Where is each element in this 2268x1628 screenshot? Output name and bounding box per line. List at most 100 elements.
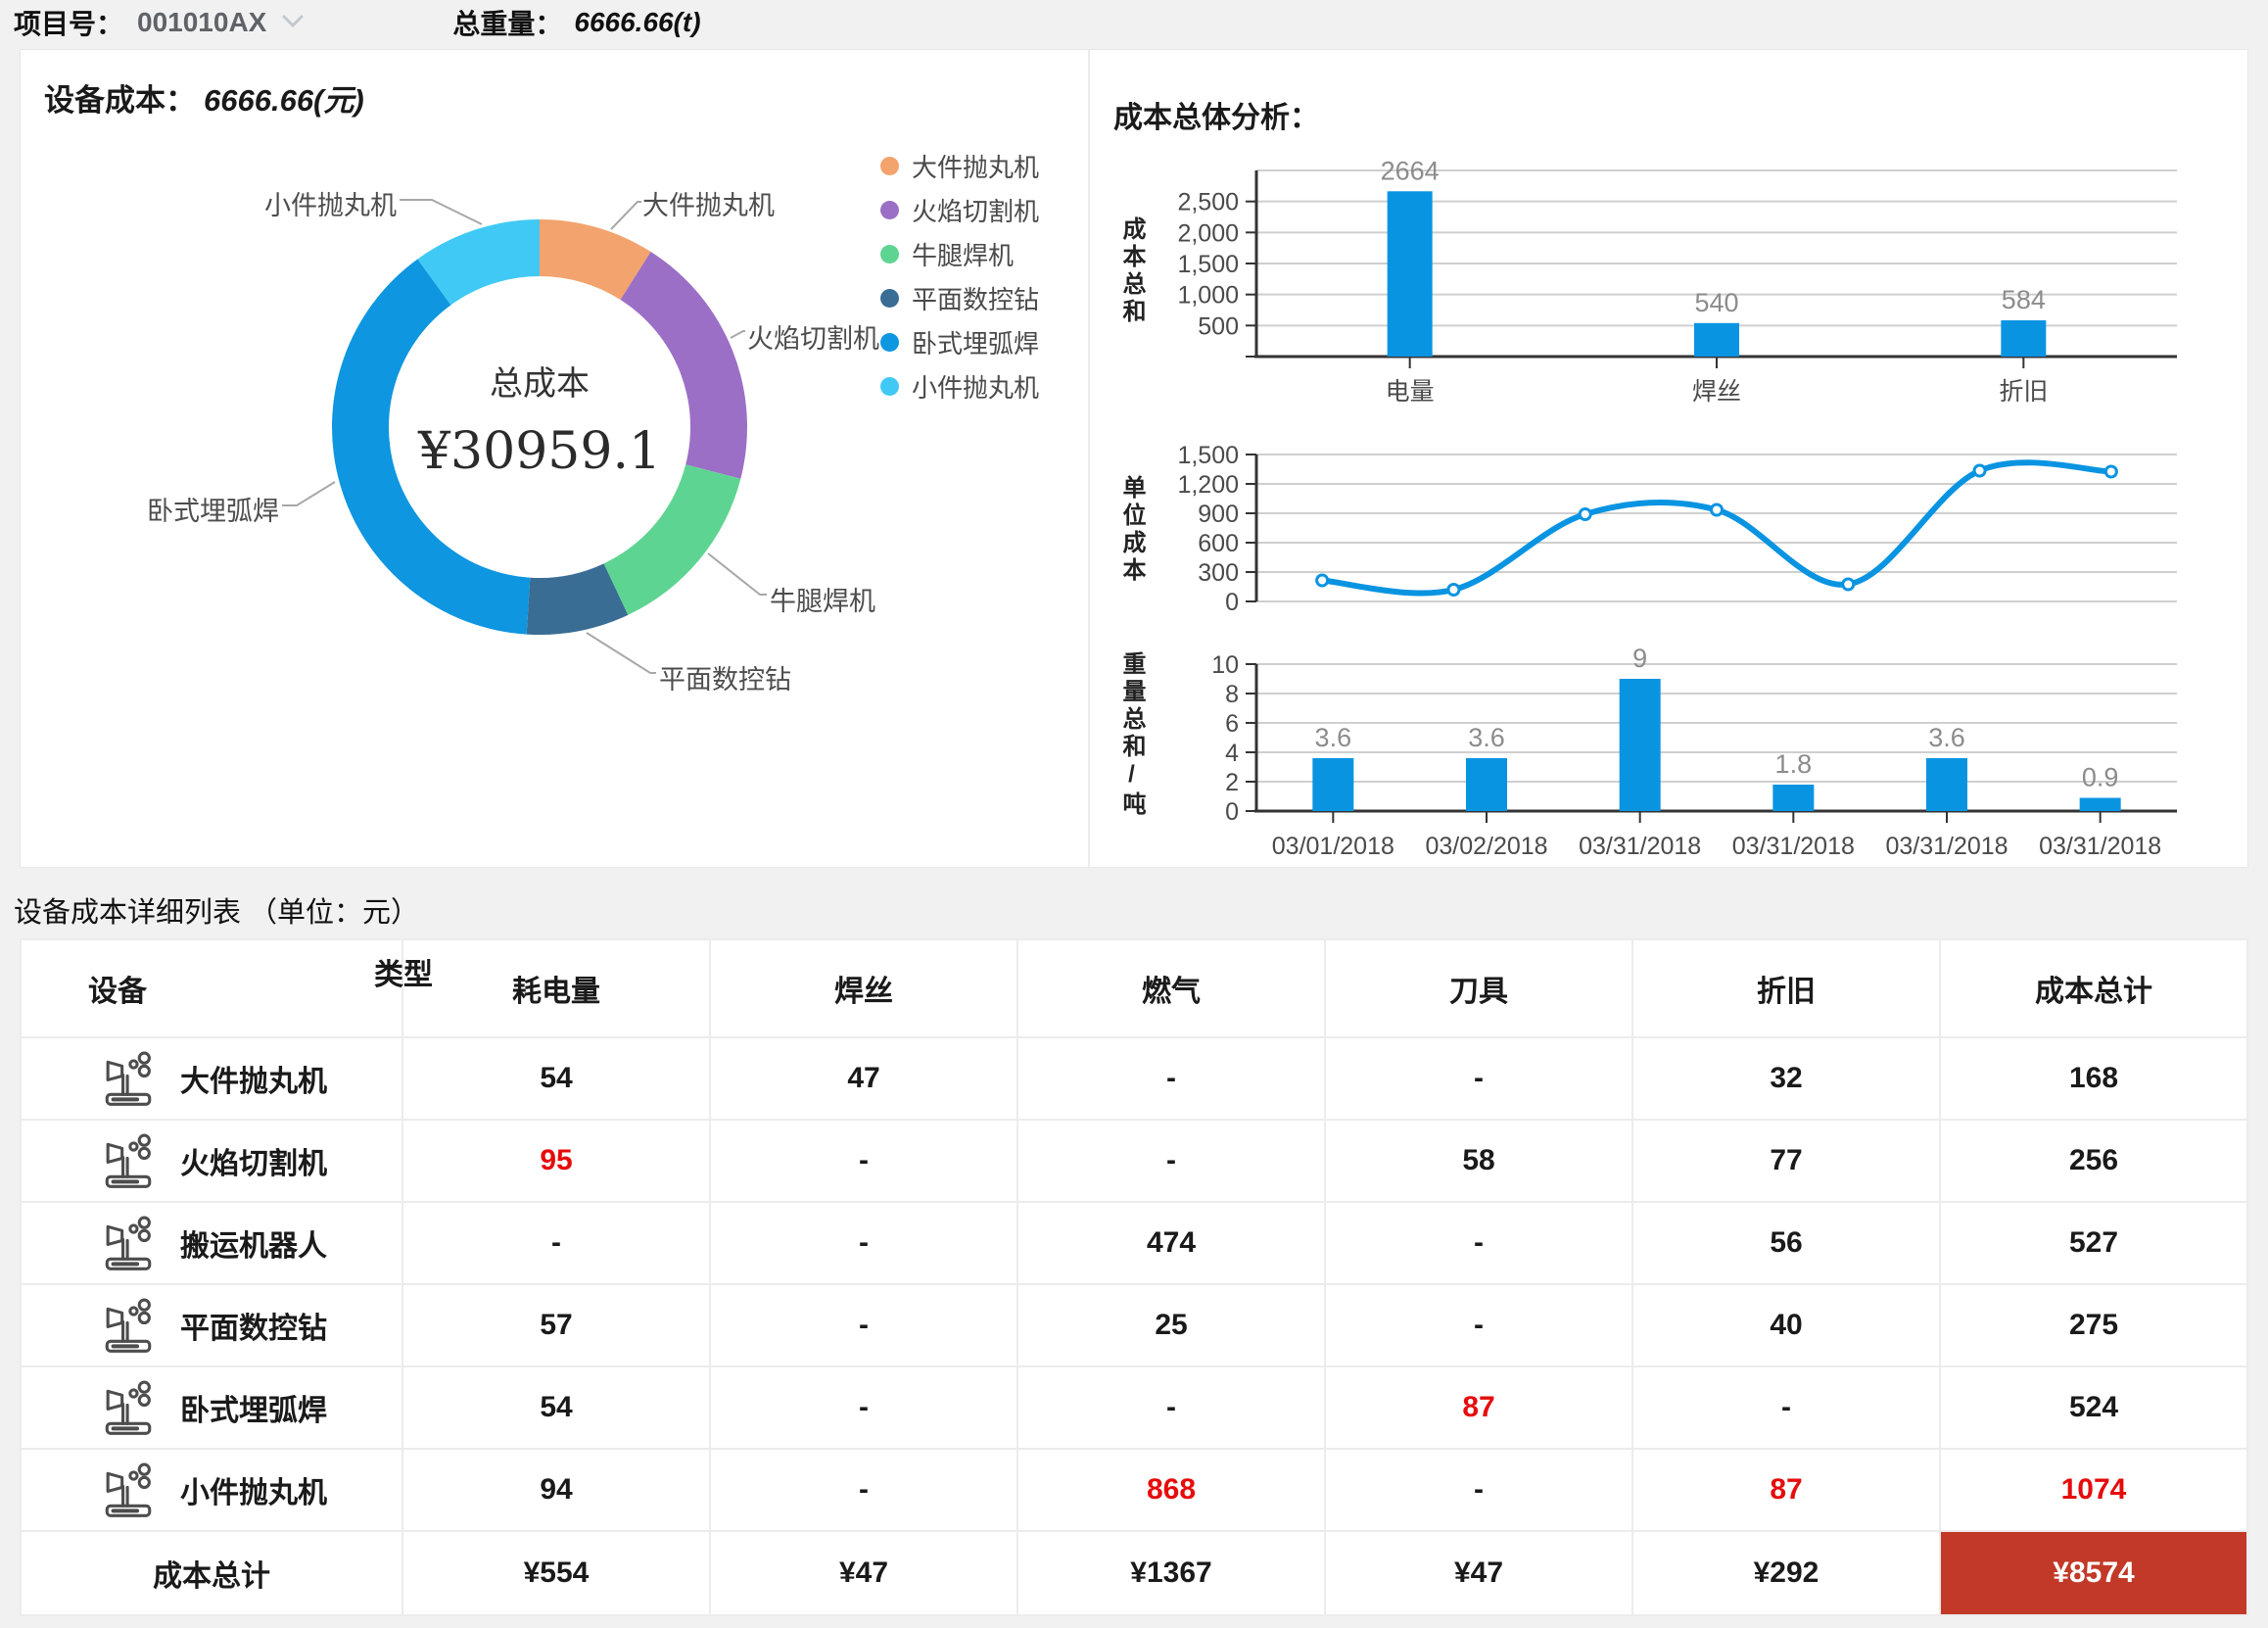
svg-text:1,000: 1,000 bbox=[1177, 282, 1239, 310]
cost-cell: - bbox=[1632, 1366, 1940, 1449]
device-name-cell: 大件抛丸机 bbox=[21, 1037, 402, 1120]
footer-total-label: 成本总计 bbox=[21, 1531, 402, 1615]
unit-cost-line-chart: 03006009001,2001,500 bbox=[1149, 430, 2187, 626]
svg-text:4: 4 bbox=[1225, 740, 1239, 767]
topbar: 项目号： 001010AX 总重量： 6666.66(t) bbox=[0, 0, 2268, 45]
legend-item[interactable]: 大件抛丸机 bbox=[880, 153, 1039, 179]
cost-sum-chart-row: 成本总和 5001,0001,5002,0002,5002664电量540焊丝5… bbox=[1108, 146, 2247, 412]
bar[interactable] bbox=[1694, 323, 1739, 357]
column-header: 耗电量 bbox=[402, 939, 710, 1037]
table-row: 火焰切割机95--5877256 bbox=[21, 1120, 2247, 1202]
table-row: 平面数控钻57-25-40275 bbox=[21, 1284, 2247, 1366]
total-weight-label: 总重量： bbox=[452, 3, 562, 42]
device-cost-title-label: 设备成本： bbox=[44, 83, 196, 118]
svg-text:电量: 电量 bbox=[1386, 378, 1435, 406]
donut-callout-label: 卧式埋弧焊 bbox=[147, 490, 279, 528]
column-header: 成本总计 bbox=[1940, 939, 2247, 1037]
corner-header-cell: 类型 设备 bbox=[21, 939, 402, 1037]
machine-icon bbox=[100, 1461, 157, 1518]
donut-callout-label: 大件抛丸机 bbox=[642, 184, 775, 222]
svg-text:500: 500 bbox=[1198, 312, 1239, 340]
table-row: 大件抛丸机5447--32168 bbox=[21, 1037, 2247, 1120]
legend-item[interactable]: 火焰切割机 bbox=[880, 197, 1039, 223]
cost-cell: 168 bbox=[1940, 1037, 2247, 1120]
line-marker[interactable] bbox=[2105, 466, 2116, 477]
line-marker[interactable] bbox=[1317, 575, 1328, 586]
svg-text:10: 10 bbox=[1211, 651, 1239, 679]
cost-cell: 54 bbox=[402, 1366, 710, 1449]
cost-cell: - bbox=[710, 1120, 1017, 1202]
svg-text:2: 2 bbox=[1225, 769, 1239, 796]
svg-text:1,500: 1,500 bbox=[1177, 442, 1239, 469]
footer-total-cell: ¥292 bbox=[1632, 1531, 1940, 1615]
footer-total-cell: ¥8574 bbox=[1940, 1531, 2247, 1615]
bar[interactable] bbox=[1772, 785, 1814, 811]
weight-sum-axis-title: 重量总和/吨 bbox=[1108, 651, 1149, 819]
bar[interactable] bbox=[1466, 758, 1507, 811]
cost-cell: - bbox=[710, 1366, 1017, 1449]
bar[interactable] bbox=[2001, 320, 2046, 357]
svg-text:540: 540 bbox=[1694, 288, 1738, 317]
legend-swatch bbox=[880, 377, 899, 396]
legend-item[interactable]: 小件抛丸机 bbox=[880, 373, 1039, 400]
column-header: 刀具 bbox=[1325, 939, 1632, 1037]
device-cost-title-value: 6666.66(元) bbox=[204, 83, 364, 118]
svg-text:焊丝: 焊丝 bbox=[1692, 378, 1741, 406]
legend-item[interactable]: 卧式埋弧焊 bbox=[880, 329, 1039, 356]
bar[interactable] bbox=[1312, 758, 1353, 811]
cost-sum-axis-title: 成本总和 bbox=[1108, 216, 1149, 326]
svg-text:900: 900 bbox=[1198, 501, 1239, 528]
line-marker[interactable] bbox=[1843, 579, 1854, 590]
legend-swatch bbox=[880, 201, 899, 219]
donut-legend: 大件抛丸机火焰切割机牛腿焊机平面数控钻卧式埋弧焊小件抛丸机 bbox=[880, 153, 1039, 417]
line-marker[interactable] bbox=[1712, 504, 1723, 515]
cost-cell: 32 bbox=[1632, 1037, 1940, 1120]
cost-cell: 87 bbox=[1632, 1449, 1940, 1531]
donut-chart[interactable]: 总成本¥30959.1 bbox=[324, 212, 755, 643]
legend-swatch bbox=[880, 245, 899, 263]
svg-text:1.8: 1.8 bbox=[1775, 749, 1813, 779]
svg-text:03/31/2018: 03/31/2018 bbox=[2039, 833, 2161, 860]
column-header: 折旧 bbox=[1632, 939, 1940, 1037]
legend-item[interactable]: 平面数控钻 bbox=[880, 285, 1039, 311]
bar[interactable] bbox=[1388, 191, 1433, 357]
cost-cell: - bbox=[710, 1284, 1017, 1366]
legend-label: 火焰切割机 bbox=[912, 192, 1039, 228]
svg-text:3.6: 3.6 bbox=[1468, 723, 1505, 752]
legend-item[interactable]: 牛腿焊机 bbox=[880, 241, 1039, 267]
svg-text:0: 0 bbox=[1225, 589, 1239, 616]
legend-label: 平面数控钻 bbox=[912, 280, 1039, 316]
donut-center-value: ¥30959.1 bbox=[417, 422, 661, 481]
cost-cell: 524 bbox=[1940, 1366, 2247, 1449]
line-marker[interactable] bbox=[1974, 465, 1985, 476]
cost-cell: - bbox=[1325, 1202, 1632, 1284]
cost-cell: 25 bbox=[1017, 1284, 1325, 1366]
table-row: 搬运机器人--474-56527 bbox=[21, 1202, 2247, 1284]
table-row: 小件抛丸机94-868-871074 bbox=[21, 1449, 2247, 1531]
cost-cell: 256 bbox=[1940, 1120, 2247, 1202]
legend-label: 小件抛丸机 bbox=[912, 368, 1039, 405]
chevron-down-icon[interactable] bbox=[280, 12, 306, 34]
svg-text:2,500: 2,500 bbox=[1177, 189, 1239, 216]
project-value[interactable]: 001010AX bbox=[137, 7, 266, 38]
bar[interactable] bbox=[1926, 758, 1967, 811]
svg-text:3.6: 3.6 bbox=[1315, 723, 1352, 752]
svg-text:03/02/2018: 03/02/2018 bbox=[1425, 833, 1547, 860]
line-marker[interactable] bbox=[1448, 585, 1459, 596]
device-cost-title: 设备成本：6666.66(元) bbox=[21, 50, 1088, 120]
table-footer-row: 成本总计¥554¥47¥1367¥47¥292¥8574 bbox=[21, 1531, 2247, 1615]
cost-cell: - bbox=[402, 1202, 710, 1284]
svg-text:2664: 2664 bbox=[1381, 156, 1440, 185]
unit-cost-chart-row: 单位成本 03006009001,2001,500 bbox=[1108, 430, 2247, 626]
cost-cell: - bbox=[1017, 1037, 1325, 1120]
device-name: 搬运机器人 bbox=[180, 1221, 327, 1265]
cost-cell: 275 bbox=[1940, 1284, 2247, 1366]
bar[interactable] bbox=[2080, 798, 2121, 812]
cost-cell: - bbox=[1325, 1037, 1632, 1120]
donut-slice[interactable] bbox=[604, 464, 741, 615]
svg-text:8: 8 bbox=[1225, 681, 1239, 708]
svg-text:300: 300 bbox=[1198, 559, 1239, 587]
bar[interactable] bbox=[1620, 679, 1661, 811]
device-name-cell: 搬运机器人 bbox=[21, 1202, 402, 1284]
line-marker[interactable] bbox=[1580, 509, 1590, 520]
